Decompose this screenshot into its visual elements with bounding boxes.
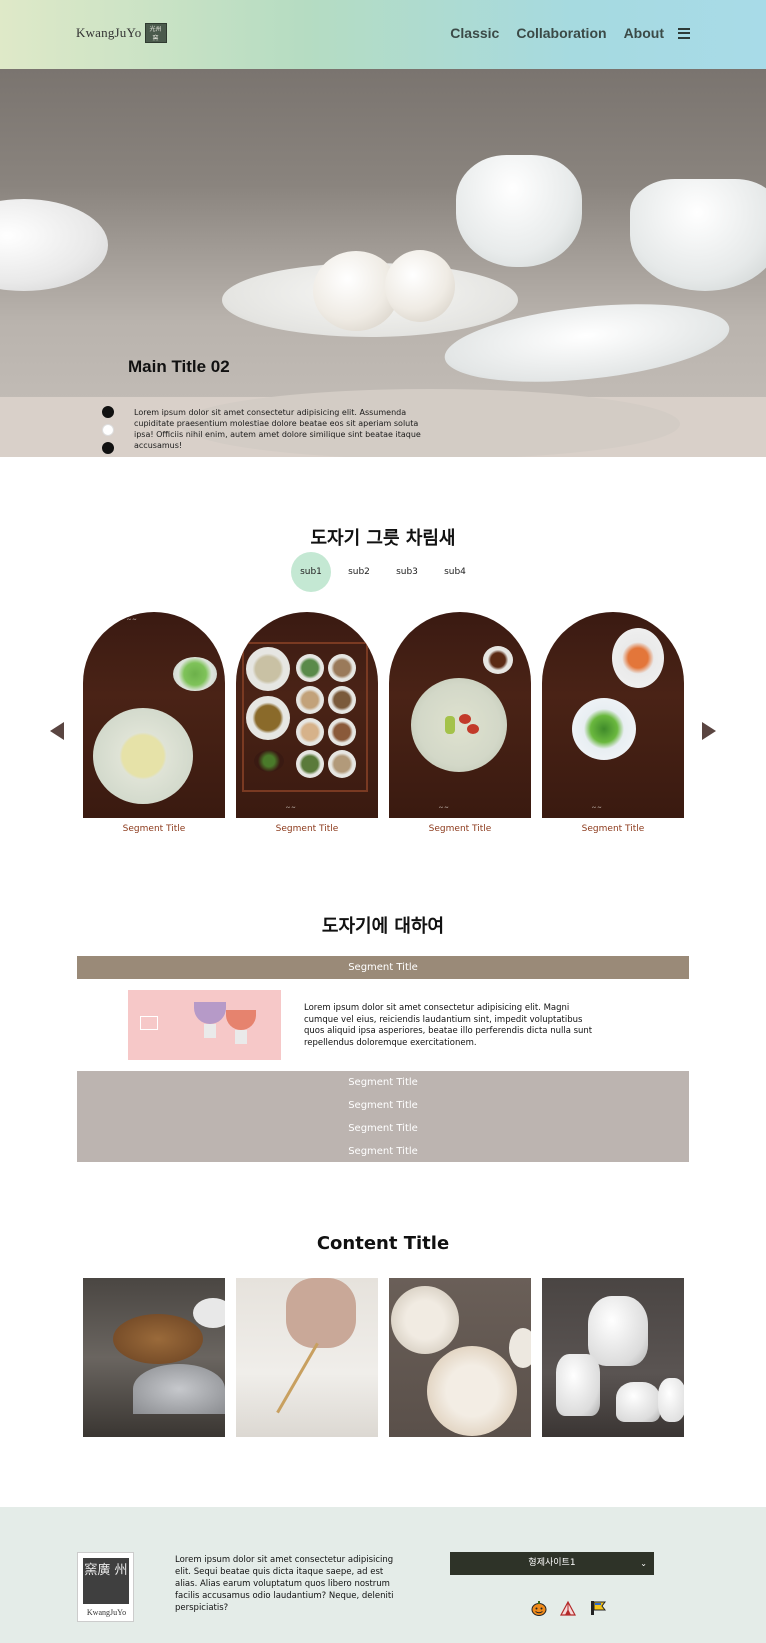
- tableware-card[interactable]: ~ ~ Segment Title: [389, 612, 531, 834]
- segment-accordion-header[interactable]: Segment Title: [77, 1074, 689, 1097]
- main-nav: Classic Collaboration About: [433, 25, 690, 41]
- tab-sub4[interactable]: sub4: [435, 552, 475, 592]
- tableware-card-image: ~ ~: [236, 612, 378, 818]
- slider-dot-active[interactable]: [102, 424, 114, 436]
- logo-seal-icon: 光州窯: [144, 23, 167, 43]
- hero-description: Lorem ipsum dolor sit amet consectetur a…: [134, 408, 421, 450]
- card-title: Segment Title: [122, 824, 186, 834]
- segment-accordion-header[interactable]: Segment Title: [77, 1097, 689, 1120]
- tab-sub1[interactable]: sub1: [291, 552, 331, 592]
- segment-accordion-header[interactable]: Segment Title: [77, 1143, 689, 1166]
- card-title: Segment Title: [275, 824, 339, 834]
- segment-accordion-header-active[interactable]: Segment Title: [77, 956, 689, 979]
- pumpkin-icon[interactable]: [530, 1599, 548, 1617]
- content-image-clay[interactable]: [83, 1278, 225, 1437]
- prev-arrow-icon[interactable]: [50, 722, 64, 740]
- hero-title: Main Title 02: [128, 357, 230, 376]
- tableware-card-image: ~ ~: [542, 612, 684, 818]
- site-header: KwangJuYo 光州窯 Classic Collaboration Abou…: [0, 0, 766, 69]
- footer-description: Lorem ipsum dolor sit amet consectetur a…: [175, 1555, 394, 1613]
- next-arrow-icon[interactable]: [702, 722, 716, 740]
- section-title-tableware: 도자기 그릇 차림새: [310, 528, 456, 549]
- segment-accordion-list: Segment Title Segment Title Segment Titl…: [77, 1071, 689, 1162]
- family-site-label: 형제사이트1: [528, 1558, 576, 1568]
- section-title-content: Content Title: [316, 1233, 450, 1254]
- hero-bowl-image: [630, 179, 766, 291]
- tent-icon[interactable]: [559, 1599, 577, 1617]
- tab-sub2[interactable]: sub2: [339, 552, 379, 592]
- chevron-down-icon: ⌄: [640, 1559, 647, 1568]
- content-image-jars[interactable]: [542, 1278, 684, 1437]
- tab-sub3[interactable]: sub3: [387, 552, 427, 592]
- footer-seal-icon: 窯廣 州: [83, 1558, 129, 1604]
- site-footer: 窯廣 州 KwangJuYo Lorem ipsum dolor sit ame…: [0, 1507, 766, 1643]
- hero-slider: Main Title 02 Lorem ipsum dolor sit amet…: [0, 69, 766, 457]
- tableware-card[interactable]: ~ ~ Segment Title: [542, 612, 684, 834]
- tableware-card-image: ~ ~: [83, 612, 225, 818]
- tableware-card[interactable]: ~ ~ Segment Title: [83, 612, 225, 834]
- tableware-card-image: ~ ~: [389, 612, 531, 818]
- segment-accordion-header[interactable]: Segment Title: [77, 1120, 689, 1143]
- hamburger-menu-icon[interactable]: [678, 27, 690, 39]
- slider-pagination: [102, 406, 114, 457]
- nav-link-about[interactable]: About: [624, 25, 664, 41]
- segment-detail-image: [128, 990, 281, 1060]
- tableware-card[interactable]: ~ ~ Segment Title: [236, 612, 378, 834]
- nav-link-classic[interactable]: Classic: [450, 25, 499, 41]
- section-title-about: 도자기에 대하여: [321, 916, 445, 937]
- sub-tabs: sub1 sub2 sub3 sub4: [0, 552, 766, 592]
- logo-text: KwangJuYo: [76, 25, 142, 40]
- family-site-select[interactable]: 형제사이트1 ⌄: [450, 1552, 654, 1575]
- footer-logo[interactable]: 窯廣 州 KwangJuYo: [77, 1552, 134, 1622]
- hero-mushroom-image: [385, 250, 455, 322]
- site-logo[interactable]: KwangJuYo 光州窯: [76, 23, 167, 43]
- nav-link-collaboration[interactable]: Collaboration: [516, 25, 606, 41]
- footer-logo-name: KwangJuYo: [86, 1608, 127, 1617]
- slider-dot[interactable]: [102, 442, 114, 454]
- content-image-painting[interactable]: [236, 1278, 378, 1437]
- card-title: Segment Title: [581, 824, 645, 834]
- segment-detail-text: Lorem ipsum dolor sit amet consectetur a…: [304, 1003, 593, 1048]
- content-image-plates[interactable]: [389, 1278, 531, 1437]
- card-title: Segment Title: [428, 824, 492, 834]
- slider-dot[interactable]: [102, 406, 114, 418]
- hero-cup-image: [456, 155, 582, 267]
- flag-icon[interactable]: [589, 1599, 607, 1617]
- hero-plate-image: [0, 199, 108, 291]
